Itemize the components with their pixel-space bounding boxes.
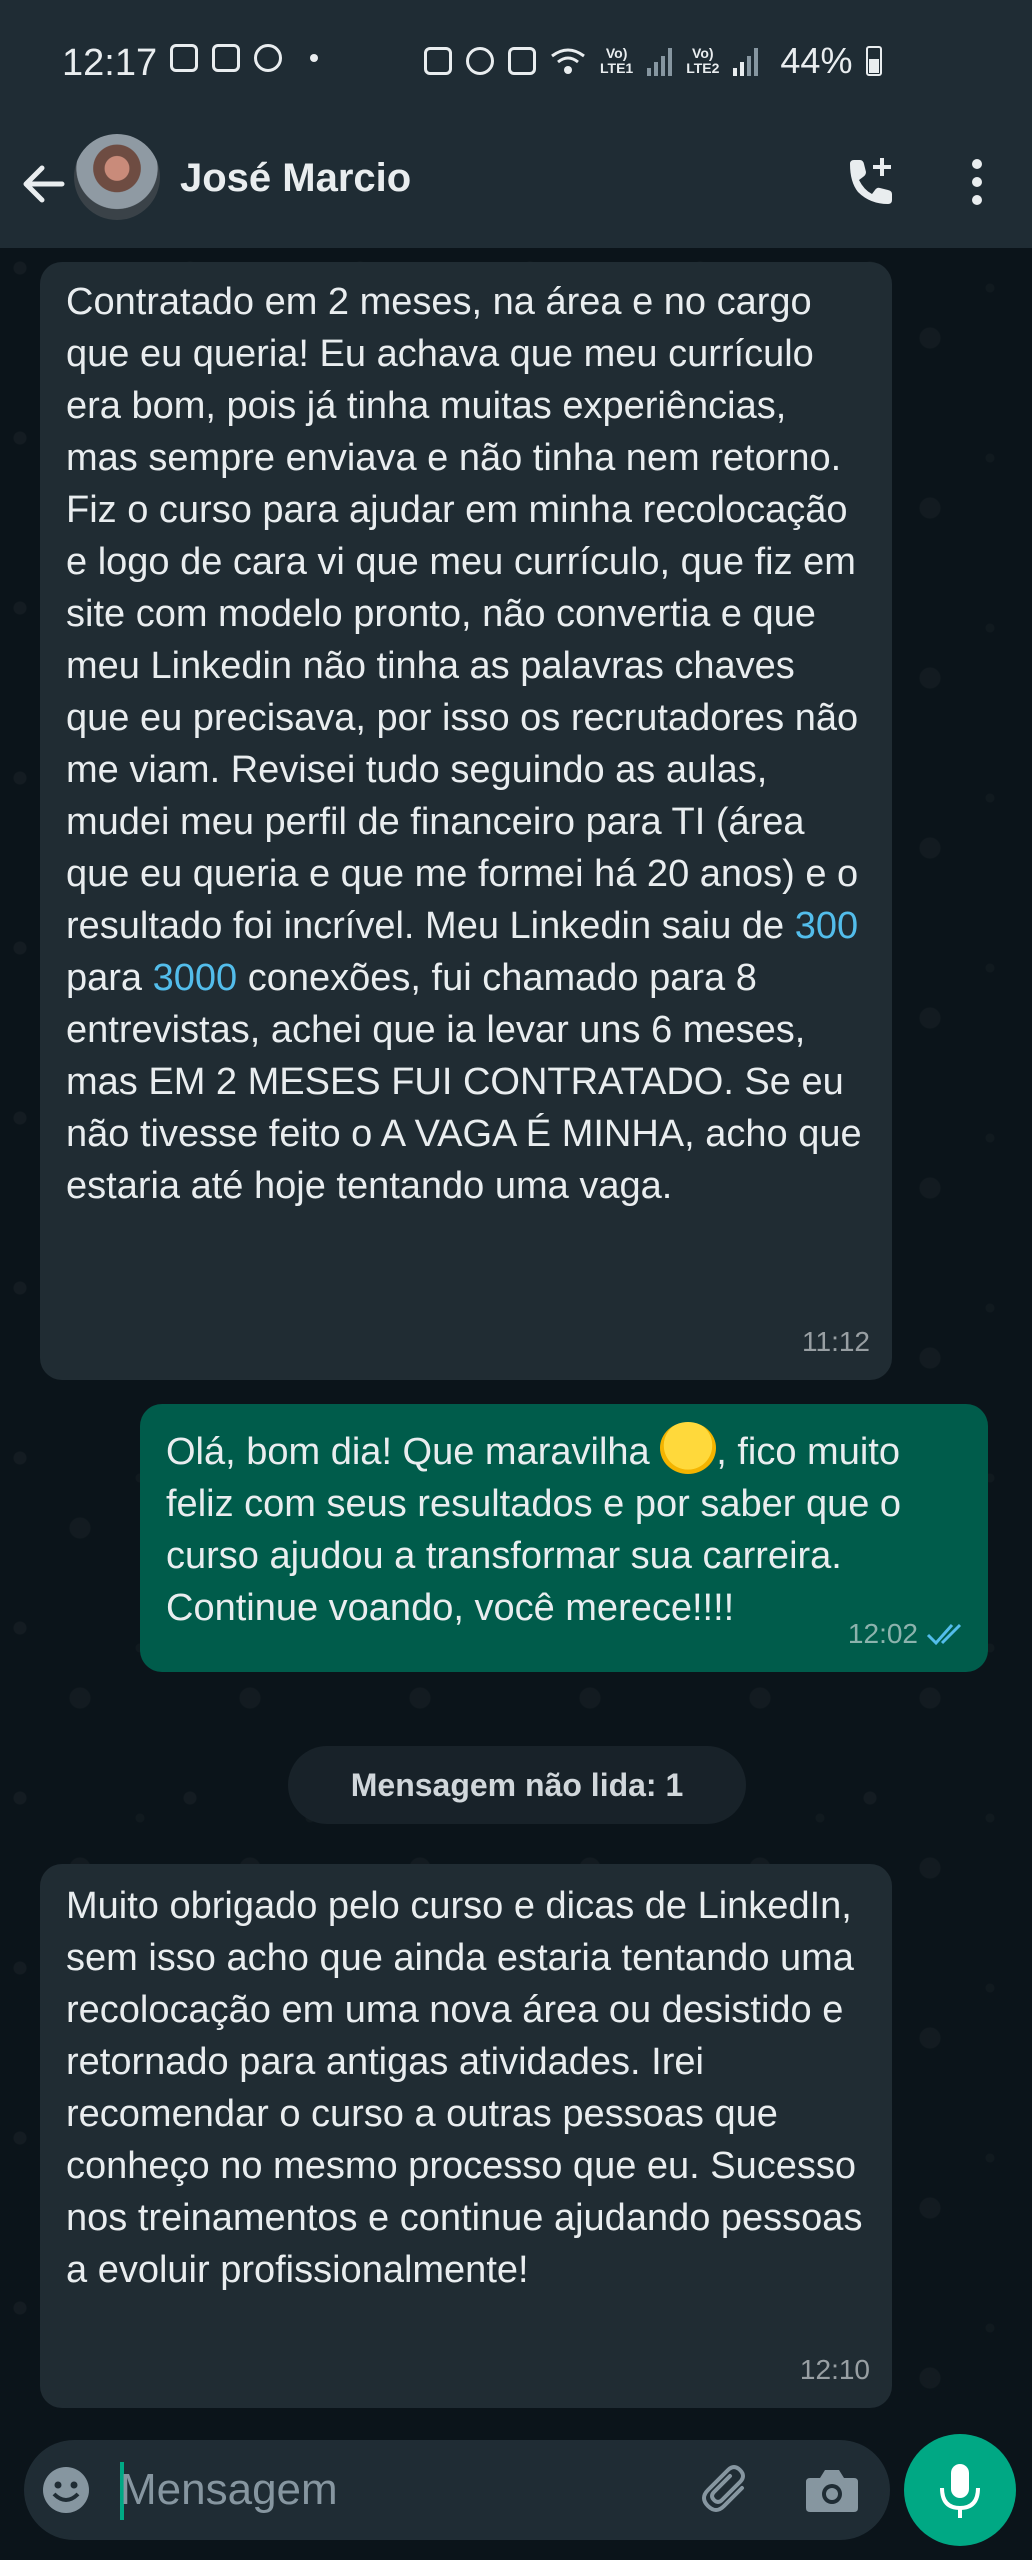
attach-button[interactable] xyxy=(696,2462,756,2518)
message-input[interactable] xyxy=(120,2458,680,2522)
emoji-button[interactable] xyxy=(40,2464,92,2516)
voice-message-button[interactable] xyxy=(904,2434,1016,2546)
back-button[interactable] xyxy=(18,158,70,210)
phone-plus-icon xyxy=(850,158,892,204)
alarm-icon xyxy=(466,47,494,75)
more-notifications-dot-icon xyxy=(310,54,318,62)
paperclip-icon xyxy=(702,2465,745,2512)
message-text: Muito obrigado pelo curso e dicas de Lin… xyxy=(66,1885,863,2291)
status-bar: 12:17 Vo) LTE1 Vo) LTE2 44% xyxy=(0,0,1032,130)
calendar-icon xyxy=(170,44,198,72)
message-time: 12:10 xyxy=(799,2354,870,2385)
mute-icon xyxy=(508,47,536,75)
message-time: 12:02 xyxy=(848,1608,966,1660)
smiley-icon xyxy=(43,2467,89,2513)
phone-link[interactable]: 3000 xyxy=(153,957,238,999)
phone-link[interactable]: 300 xyxy=(795,905,858,947)
notification-icons xyxy=(170,44,318,72)
camera-icon xyxy=(806,2470,858,2512)
back-arrow-icon xyxy=(23,165,65,203)
message-bubble-incoming[interactable]: Contratado em 2 meses, na área e no carg… xyxy=(40,262,892,1380)
cloud-icon xyxy=(254,44,282,72)
more-options-button[interactable] xyxy=(962,152,992,212)
unread-messages-divider: Mensagem não lida: 1 xyxy=(288,1746,746,1824)
message-composer xyxy=(24,2440,890,2540)
double-check-read-icon xyxy=(926,1623,962,1646)
wifi-icon xyxy=(551,48,585,74)
message-bubble-outgoing[interactable]: Olá, bom dia! Que maravilha , fico muito… xyxy=(140,1404,988,1672)
status-time: 12:17 xyxy=(62,42,158,84)
kebab-menu-icon xyxy=(972,159,982,205)
camera-button[interactable] xyxy=(804,2464,860,2516)
message-text: Contratado em 2 meses, na área e no carg… xyxy=(66,281,862,1207)
contact-name[interactable]: José Marcio xyxy=(180,156,411,201)
lte2-label: Vo) LTE2 xyxy=(686,45,720,76)
signal-bars-2-icon xyxy=(733,46,759,76)
battery-percent: 44% xyxy=(780,40,853,81)
signal-bars-1-icon xyxy=(647,46,673,76)
star-struck-emoji-icon xyxy=(660,1422,717,1474)
microphone-icon xyxy=(940,2464,980,2518)
lte1-label: Vo) LTE1 xyxy=(600,45,634,76)
add-call-button[interactable] xyxy=(842,154,898,210)
lock-icon xyxy=(424,47,452,75)
battery-icon xyxy=(866,46,883,76)
chat-header: José Marcio xyxy=(0,130,1032,248)
message-bubble-incoming[interactable]: Muito obrigado pelo curso e dicas de Lin… xyxy=(40,1864,892,2408)
message-text: Olá, bom dia! Que maravilha , fico muito… xyxy=(166,1422,962,1634)
instagram-icon xyxy=(212,44,240,72)
avatar[interactable] xyxy=(74,134,160,220)
system-icons: Vo) LTE1 Vo) LTE2 44% xyxy=(424,40,883,82)
message-time: 11:12 xyxy=(802,1326,870,1357)
